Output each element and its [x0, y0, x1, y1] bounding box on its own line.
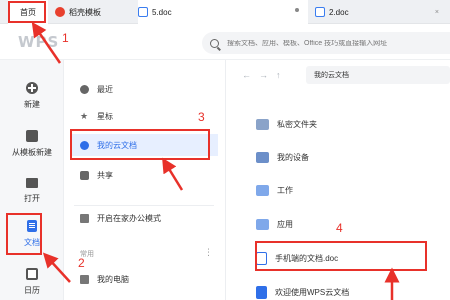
- annotation-arrow-1: [31, 21, 62, 64]
- annotation-arrow-3: [162, 157, 184, 191]
- annotation-arrows: [31, 21, 400, 300]
- annotation-arrow-2: [42, 252, 71, 283]
